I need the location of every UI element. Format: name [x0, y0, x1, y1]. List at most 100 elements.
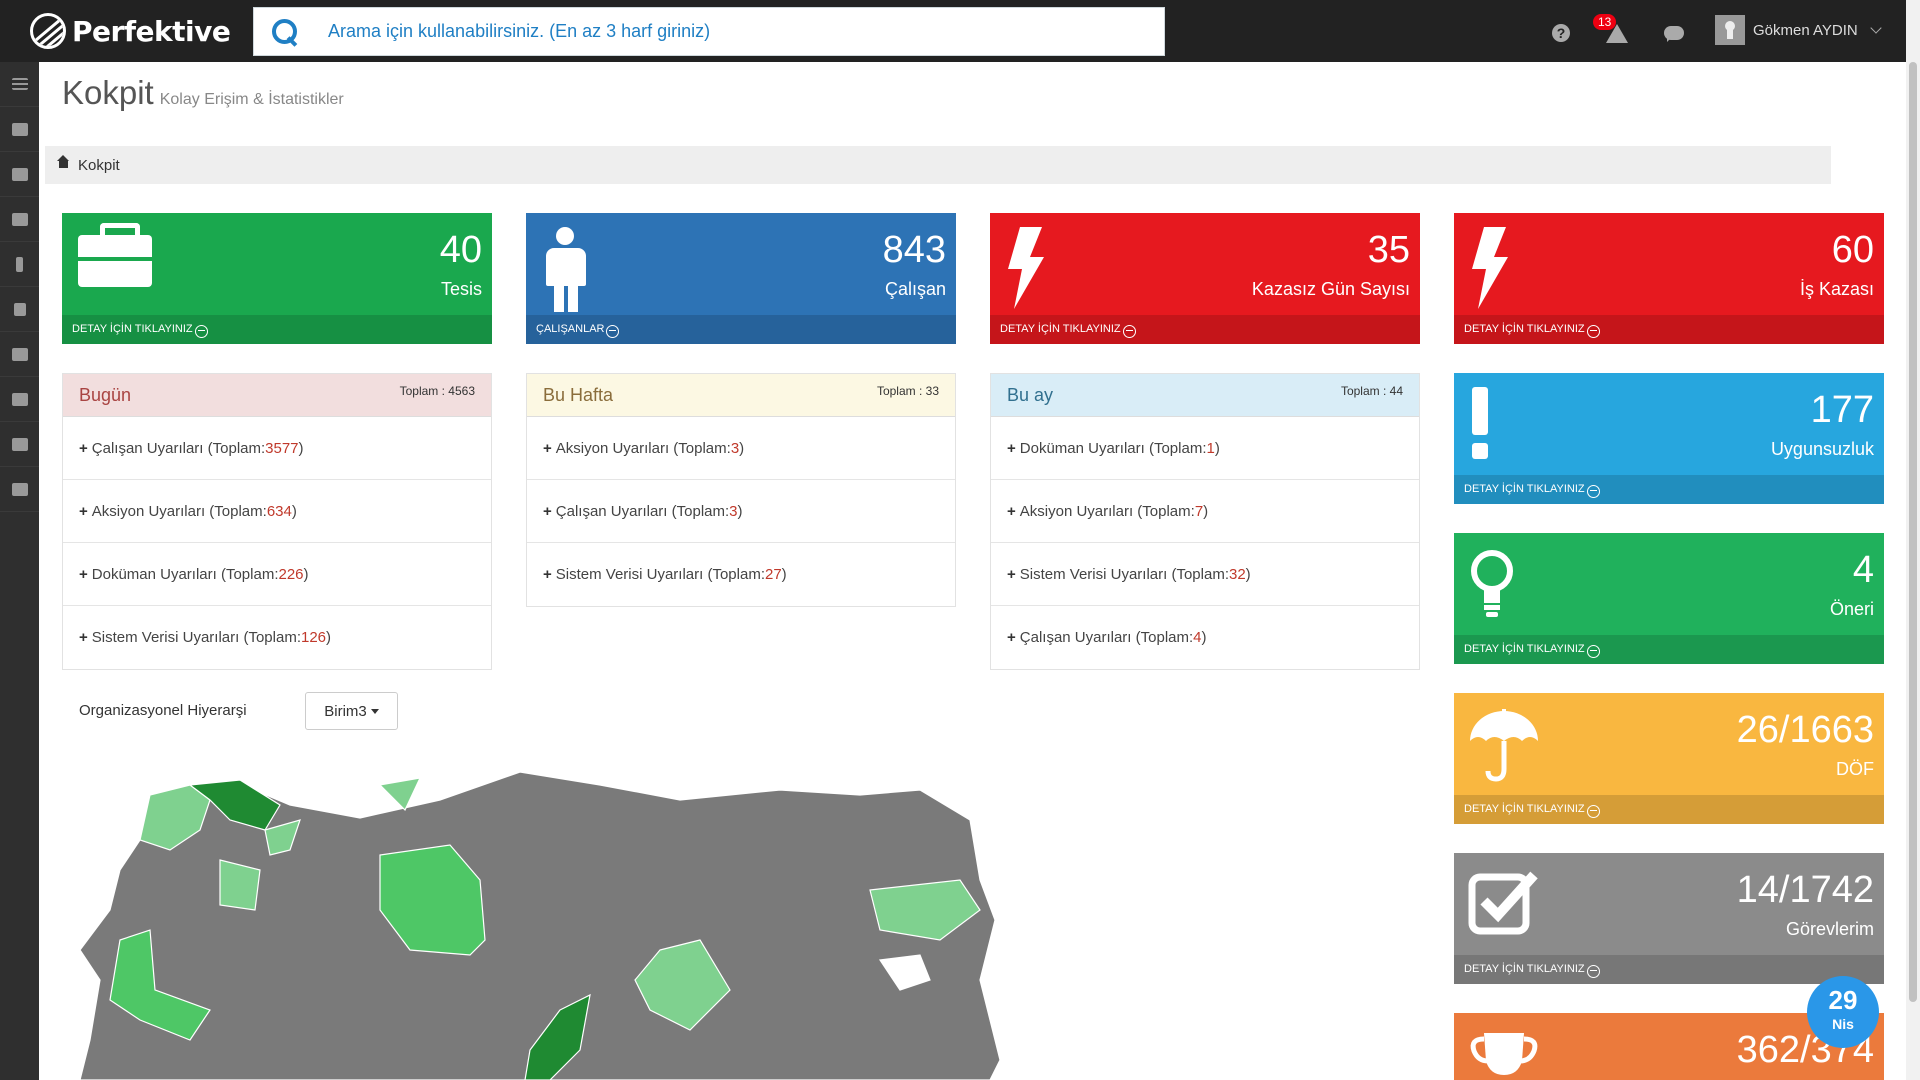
item-count: 3577: [265, 439, 299, 457]
stat-footer-link[interactable]: ÇALIŞANLAR: [526, 315, 956, 344]
item-count: 32: [1228, 565, 1246, 583]
stat-label: İş Kazası: [1799, 279, 1874, 299]
panel-total: Toplam : 44: [1340, 384, 1403, 398]
sidebar-news-icon[interactable]: [0, 152, 39, 197]
person-icon: [544, 227, 588, 312]
list-item[interactable]: + Doküman Uyarıları (Toplam: 226): [63, 543, 491, 606]
search-input[interactable]: [328, 21, 1128, 42]
logo-icon: [30, 13, 66, 49]
panel-title: Bu Hafta: [543, 384, 614, 405]
arrow-circle-icon: [1122, 324, 1136, 338]
stat-label: Öneri: [1829, 599, 1874, 619]
menu-icon[interactable]: [0, 62, 39, 107]
list-item[interactable]: + Çalışan Uyarıları (Toplam: 4): [991, 606, 1419, 669]
stat-footer-text: DETAY İÇİN TIKLAYINIZ: [1464, 483, 1585, 495]
stat-value: 177: [1810, 389, 1874, 431]
list-item[interactable]: + Sistem Verisi Uyarıları (Toplam: 32): [991, 543, 1419, 606]
item-label: Doküman Uyarıları (Toplam:: [1019, 439, 1207, 457]
sidebar-settings-icon[interactable]: [0, 422, 39, 467]
arrow-circle-icon: [1586, 964, 1600, 978]
stat-value: 843: [882, 229, 946, 271]
list-item[interactable]: + Aksiyon Uyarıları (Toplam: 3): [527, 417, 955, 480]
stat-footer-link[interactable]: DETAY İÇİN TIKLAYINIZ: [1454, 795, 1884, 824]
stat-footer-link[interactable]: DETAY İÇİN TIKLAYINIZ: [1454, 955, 1884, 984]
caret-down-icon: [370, 708, 379, 714]
item-label: Çalışan Uyarıları (Toplam:: [555, 502, 730, 520]
stat-label: Tesis: [440, 279, 482, 299]
trophy-icon: [1470, 1033, 1538, 1075]
item-close: ): [737, 502, 743, 520]
stat-footer-text: DETAY İÇİN TIKLAYINIZ: [1464, 323, 1585, 335]
list-item[interactable]: + Çalışan Uyarıları (Toplam: 3): [527, 480, 955, 543]
item-count: 7: [1194, 502, 1204, 520]
item-count: 3: [729, 502, 738, 520]
stat-footer-link[interactable]: DETAY İÇİN TIKLAYINIZ: [1454, 475, 1884, 504]
scrollbar[interactable]: [1906, 0, 1920, 1080]
item-close: ): [1203, 502, 1209, 520]
item-label: Sistem Verisi Uyarıları (Toplam:: [91, 629, 301, 646]
bolt-icon: [1008, 227, 1044, 309]
stat-label: Uygunsuzluk: [1770, 439, 1874, 459]
turkey-map[interactable]: [80, 760, 1000, 1080]
stat-uygunsuzluk[interactable]: 177 Uygunsuzluk DETAY İÇİN TIKLAYINIZ: [1454, 373, 1884, 504]
sidebar-gears-icon[interactable]: [0, 467, 39, 512]
item-close: ): [291, 502, 297, 520]
item-close: ): [326, 629, 332, 646]
list-item[interactable]: + Aksiyon Uyarıları (Toplam: 7): [991, 480, 1419, 543]
page-subtitle: Kolay Erişim & İstatistikler: [159, 91, 344, 108]
item-close: ): [1201, 629, 1207, 646]
chat-icon[interactable]: [1664, 26, 1684, 42]
sidebar-stethoscope-icon[interactable]: [0, 287, 39, 332]
stat-calisan[interactable]: 843 Çalışan ÇALIŞANLAR: [526, 213, 956, 344]
panel-bugun: Bugün Toplam : 4563 + Çalışan Uyarıları (T…: [62, 373, 492, 670]
list-item[interactable]: + Sistem Verisi Uyarıları (Toplam: 27): [527, 543, 955, 606]
list-item[interactable]: + Aksiyon Uyarıları (Toplam: 634): [63, 480, 491, 543]
sidebar: [0, 62, 39, 1080]
item-close: ): [298, 439, 304, 457]
item-label: Doküman Uyarıları (Toplam:: [91, 565, 279, 583]
list-item[interactable]: + Çalışan Uyarıları (Toplam: 3577): [63, 417, 491, 480]
stat-dof[interactable]: 26/1663 DÖF DETAY İÇİN TIKLAYINIZ: [1454, 693, 1884, 824]
unit-dropdown[interactable]: Birim3: [305, 692, 398, 730]
stat-footer-link[interactable]: DETAY İÇİN TIKLAYINIZ: [1454, 315, 1884, 344]
panel-bu-ay: Bu ay Toplam : 44 + Doküman Uyarıları (Top…: [990, 373, 1420, 670]
home-icon[interactable]: [57, 154, 70, 171]
sidebar-briefcase-icon[interactable]: [0, 197, 39, 242]
stat-footer-link[interactable]: DETAY İÇİN TIKLAYINIZ: [62, 315, 492, 344]
stat-value: 26/1663: [1736, 709, 1874, 751]
sidebar-bolt-icon[interactable]: [0, 242, 39, 287]
breadcrumb: Kokpit: [45, 146, 1831, 184]
stat-footer-text: DETAY İÇİN TIKLAYINIZ: [1464, 643, 1585, 655]
user-menu[interactable]: Gökmen AYDIN: [1715, 14, 1882, 46]
stat-label: Kazasız Gün Sayısı: [1251, 279, 1410, 299]
avatar: [1715, 15, 1745, 45]
help-icon[interactable]: ?: [1552, 24, 1570, 42]
stat-gorevlerim[interactable]: 14/1742 Görevlerim DETAY İÇİN TIKLAYINIZ: [1454, 853, 1884, 984]
item-count: 1: [1206, 439, 1215, 457]
stat-tesis[interactable]: 40 Tesis DETAY İÇİN TIKLAYINIZ: [62, 213, 492, 344]
stat-oneri[interactable]: 4 Öneri DETAY İÇİN TIKLAYINIZ: [1454, 533, 1884, 664]
search-icon[interactable]: [270, 17, 300, 47]
logo[interactable]: Perfektive: [30, 12, 231, 50]
stat-is-kazasi[interactable]: 60 İş Kazası DETAY İÇİN TIKLAYINIZ: [1454, 213, 1884, 344]
stat-kazasiz-gun[interactable]: 35 Kazasız Gün Sayısı DETAY İÇİN TIKLAYI…: [990, 213, 1420, 344]
panel-header: Bugün Toplam : 4563: [63, 374, 491, 417]
list-item[interactable]: + Sistem Verisi Uyarıları (Toplam: 126): [63, 606, 491, 669]
stat-footer-link[interactable]: DETAY İÇİN TIKLAYINIZ: [1454, 635, 1884, 664]
lightbulb-icon: [1471, 550, 1513, 617]
item-label: Aksiyon Uyarıları (Toplam:: [1019, 502, 1195, 520]
stat-footer-link[interactable]: DETAY İÇİN TIKLAYINIZ: [990, 315, 1420, 344]
item-close: ): [1245, 565, 1251, 583]
date-badge[interactable]: 29 Nis: [1807, 976, 1879, 1048]
sidebar-documents-icon[interactable]: [0, 377, 39, 422]
stat-footer-text: ÇALIŞANLAR: [536, 323, 605, 335]
sidebar-calendar-icon[interactable]: [0, 332, 39, 377]
stat-footer-text: DETAY İÇİN TIKLAYINIZ: [1464, 963, 1585, 975]
list-item[interactable]: + Doküman Uyarıları (Toplam: 1): [991, 417, 1419, 480]
sidebar-home-icon[interactable]: [0, 107, 39, 152]
panel-total: Toplam : 33: [876, 384, 939, 398]
panel-total: Toplam : 4563: [399, 384, 475, 398]
arrow-circle-icon: [1586, 804, 1600, 818]
breadcrumb-item[interactable]: Kokpit: [78, 157, 120, 174]
arrow-circle-icon: [606, 324, 620, 338]
